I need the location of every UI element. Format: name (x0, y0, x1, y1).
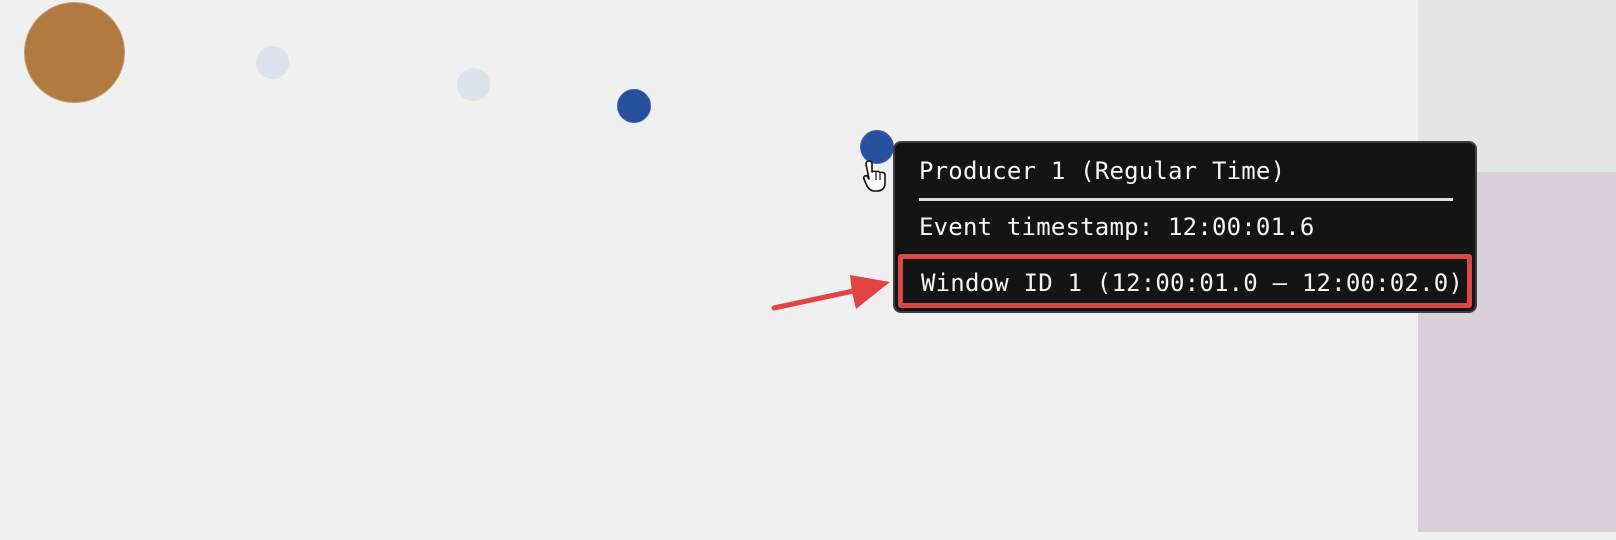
event-tooltip: Producer 1 (Regular Time) Event timestam… (893, 141, 1477, 313)
window-id-highlight: Window ID 1 (12:00:01.0 – 12:00:02.0) (898, 254, 1472, 308)
event-dot[interactable] (617, 89, 651, 123)
event-dot-hovered[interactable] (860, 130, 894, 164)
tooltip-title: Producer 1 (Regular Time) (919, 157, 1286, 185)
hand-pointer-cursor-icon (862, 160, 886, 192)
red-arrow-icon (771, 275, 890, 311)
event-dot-faded[interactable] (256, 46, 289, 79)
window-id-label: Window ID 1 (12:00:01.0 – 12:00:02.0) (921, 269, 1464, 297)
producer-node[interactable] (24, 2, 125, 103)
tooltip-divider (919, 198, 1453, 201)
event-timestamp: Event timestamp: 12:00:01.6 (919, 213, 1315, 241)
event-dot-faded[interactable] (457, 68, 490, 101)
